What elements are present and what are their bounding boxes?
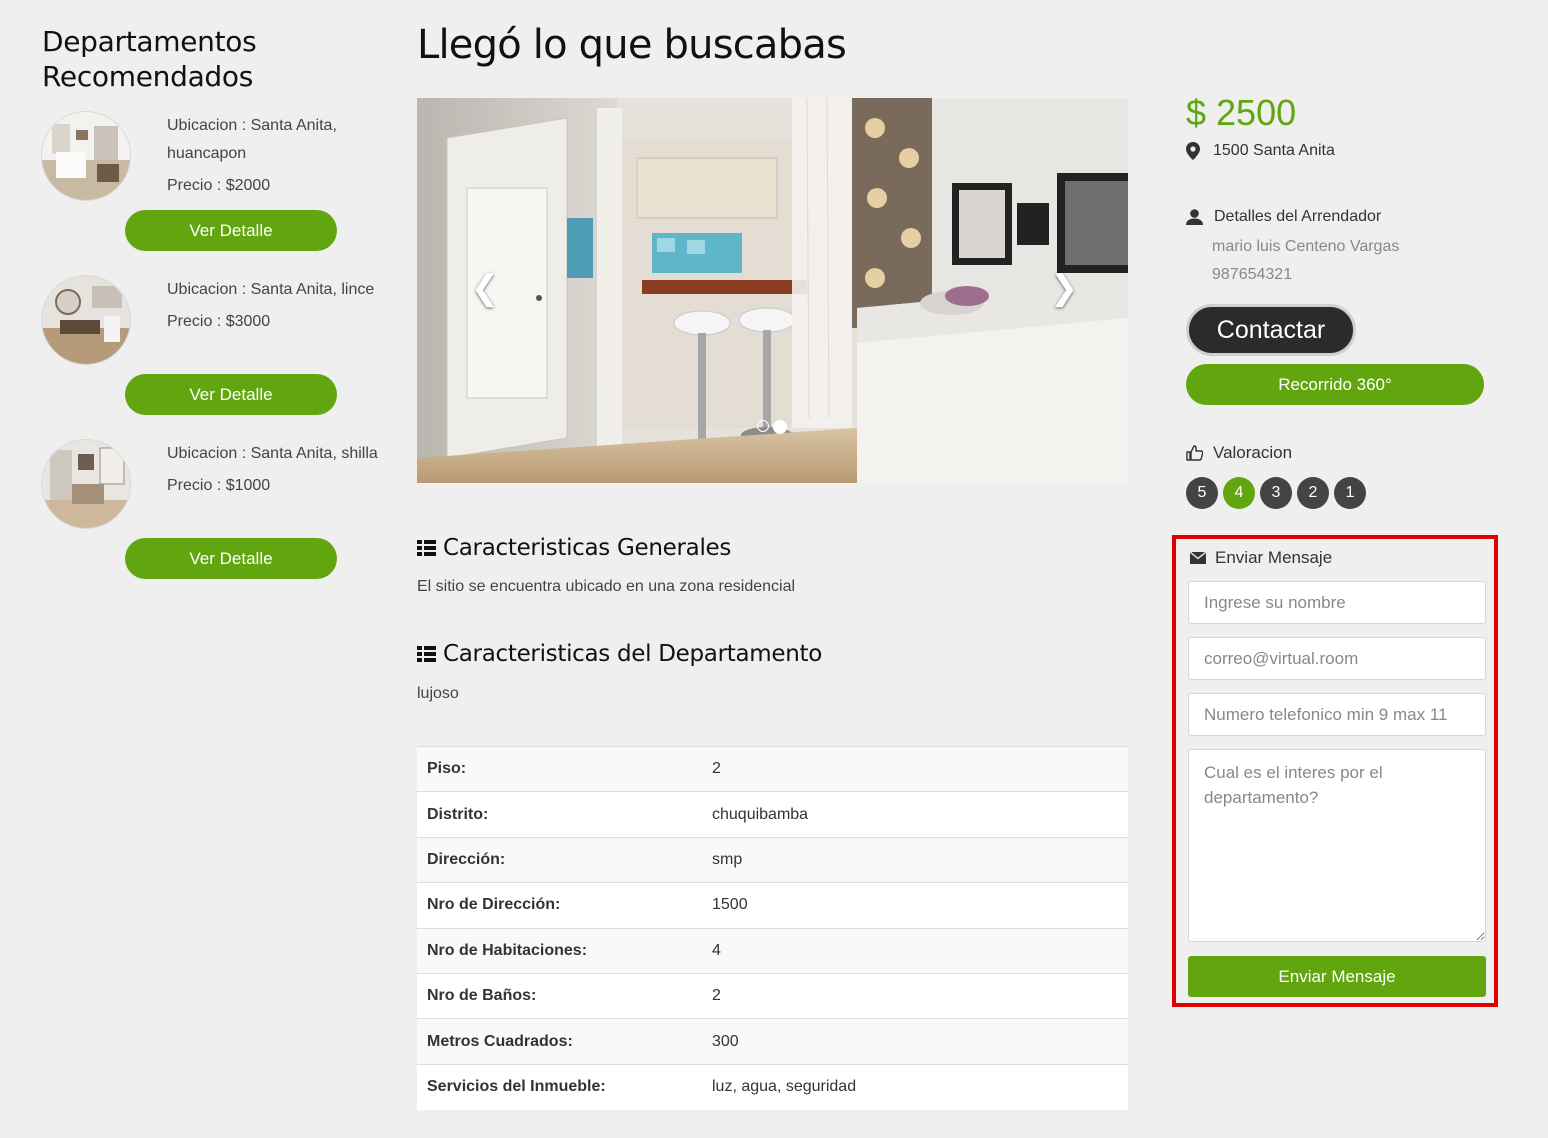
address-text: 1500 Santa Anita bbox=[1213, 142, 1335, 159]
rating-option[interactable]: 2 bbox=[1297, 477, 1329, 509]
table-row: Nro de Dirección: 1500 bbox=[417, 882, 1128, 929]
address: 1500 Santa Anita bbox=[1186, 142, 1335, 160]
map-marker-icon bbox=[1186, 142, 1200, 160]
owner-phone: 987654321 bbox=[1212, 266, 1293, 283]
name-input[interactable] bbox=[1188, 581, 1486, 624]
section-text: El sitio se encuentra ubicado en una zon… bbox=[417, 578, 796, 595]
owner-heading-text: Detalles del Arrendador bbox=[1214, 208, 1382, 225]
section-text: lujoso bbox=[417, 685, 459, 702]
table-row: Metros Cuadrados: 300 bbox=[417, 1018, 1128, 1065]
spec-value: 300 bbox=[702, 1018, 1128, 1065]
section-heading: Caracteristicas Generales bbox=[417, 535, 731, 561]
listing-location: Ubicacion : Santa Anita, lince bbox=[167, 281, 375, 298]
ver-detalle-button[interactable]: Ver Detalle bbox=[125, 374, 337, 415]
phone-input[interactable] bbox=[1188, 693, 1486, 736]
ver-detalle-button[interactable]: Ver Detalle bbox=[125, 538, 337, 579]
thumbs-up-icon bbox=[1186, 445, 1203, 461]
carousel-indicator[interactable] bbox=[773, 420, 787, 434]
message-heading: Enviar Mensaje bbox=[1190, 548, 1332, 568]
listing-thumbnail[interactable] bbox=[42, 112, 130, 200]
listing-location: Ubicacion : Santa Anita, shilla bbox=[167, 445, 378, 462]
spec-label: Metros Cuadrados: bbox=[417, 1018, 702, 1065]
table-row: Distrito: chuquibamba bbox=[417, 791, 1128, 838]
section-heading: Caracteristicas del Departamento bbox=[417, 641, 822, 667]
recommended-sidebar: Departamentos Recomendados bbox=[42, 24, 382, 94]
owner-heading: Detalles del Arrendador bbox=[1186, 208, 1381, 226]
spec-value: chuquibamba bbox=[702, 791, 1128, 838]
rating-option[interactable]: 5 bbox=[1186, 477, 1218, 509]
spec-value: 2 bbox=[702, 745, 1128, 792]
contact-button[interactable]: Contactar bbox=[1186, 304, 1356, 356]
photo-carousel: ❮ ❯ bbox=[417, 98, 1128, 483]
table-row: Piso: 2 bbox=[417, 745, 1128, 792]
table-row: Servicios del Inmueble: luz, agua, seguri… bbox=[417, 1063, 1128, 1110]
message-heading-text: Enviar Mensaje bbox=[1215, 548, 1333, 567]
rating-option[interactable]: 1 bbox=[1334, 477, 1366, 509]
specs-table: Piso: 2 Distrito: chuquibamba Dirección: sm… bbox=[417, 745, 1128, 1110]
carousel-indicators bbox=[757, 420, 787, 434]
spec-label: Dirección: bbox=[417, 836, 702, 883]
listing-thumbnail[interactable] bbox=[42, 276, 130, 364]
table-row: Dirección: smp bbox=[417, 836, 1128, 883]
carousel-indicator[interactable] bbox=[757, 420, 769, 432]
spec-value: smp bbox=[702, 836, 1128, 883]
send-message-button[interactable]: Enviar Mensaje bbox=[1188, 956, 1486, 997]
spec-value: 2 bbox=[702, 972, 1128, 1019]
section-title: Caracteristicas del Departamento bbox=[443, 641, 822, 667]
listing-price: Precio : $1000 bbox=[167, 477, 271, 494]
message-form: Enviar Mensaje Enviar Mensaje bbox=[1172, 535, 1498, 1007]
list-icon bbox=[417, 540, 436, 556]
spec-label: Nro de Dirección: bbox=[417, 882, 702, 929]
listing-location: Ubicacion : Santa Anita, huancapon bbox=[167, 117, 337, 162]
chevron-right-icon[interactable]: ❯ bbox=[1044, 268, 1084, 308]
interest-textarea[interactable] bbox=[1188, 749, 1486, 942]
spec-label: Piso: bbox=[417, 745, 702, 792]
envelope-icon bbox=[1190, 552, 1206, 564]
listing-price: Precio : $3000 bbox=[167, 313, 271, 330]
table-row: Nro de Habitaciones: 4 bbox=[417, 927, 1128, 974]
listing-price: Precio : $2000 bbox=[167, 177, 271, 194]
listing-thumbnail[interactable] bbox=[42, 440, 130, 528]
tour-360-button[interactable]: Recorrido 360° bbox=[1186, 364, 1484, 405]
email-input[interactable] bbox=[1188, 637, 1486, 680]
spec-label: Nro de Baños: bbox=[417, 972, 702, 1019]
price: $ 2500 bbox=[1186, 92, 1297, 133]
section-title: Caracteristicas Generales bbox=[443, 535, 732, 561]
rating-heading-text: Valoracion bbox=[1213, 443, 1293, 462]
rating-option[interactable]: 3 bbox=[1260, 477, 1292, 509]
spec-label: Servicios del Inmueble: bbox=[417, 1063, 702, 1110]
user-icon bbox=[1186, 209, 1203, 225]
chevron-left-icon[interactable]: ❮ bbox=[465, 268, 505, 308]
ver-detalle-button[interactable]: Ver Detalle bbox=[125, 210, 337, 251]
spec-label: Nro de Habitaciones: bbox=[417, 927, 702, 974]
table-row: Nro de Baños: 2 bbox=[417, 972, 1128, 1019]
page-title: Llegó lo que buscabas bbox=[417, 22, 847, 68]
spec-value: 1500 bbox=[702, 882, 1128, 929]
rating-option-selected[interactable]: 4 bbox=[1223, 477, 1255, 509]
spec-label: Distrito: bbox=[417, 791, 702, 838]
spec-value: luz, agua, seguridad bbox=[702, 1063, 1128, 1110]
owner-name: mario luis Centeno Vargas bbox=[1212, 238, 1400, 255]
list-icon bbox=[417, 646, 436, 662]
rating-heading: Valoracion bbox=[1186, 443, 1292, 463]
recommended-title: Departamentos Recomendados bbox=[42, 25, 257, 93]
rating-selector: 5 4 3 2 1 bbox=[1186, 477, 1366, 509]
spec-value: 4 bbox=[702, 927, 1128, 974]
